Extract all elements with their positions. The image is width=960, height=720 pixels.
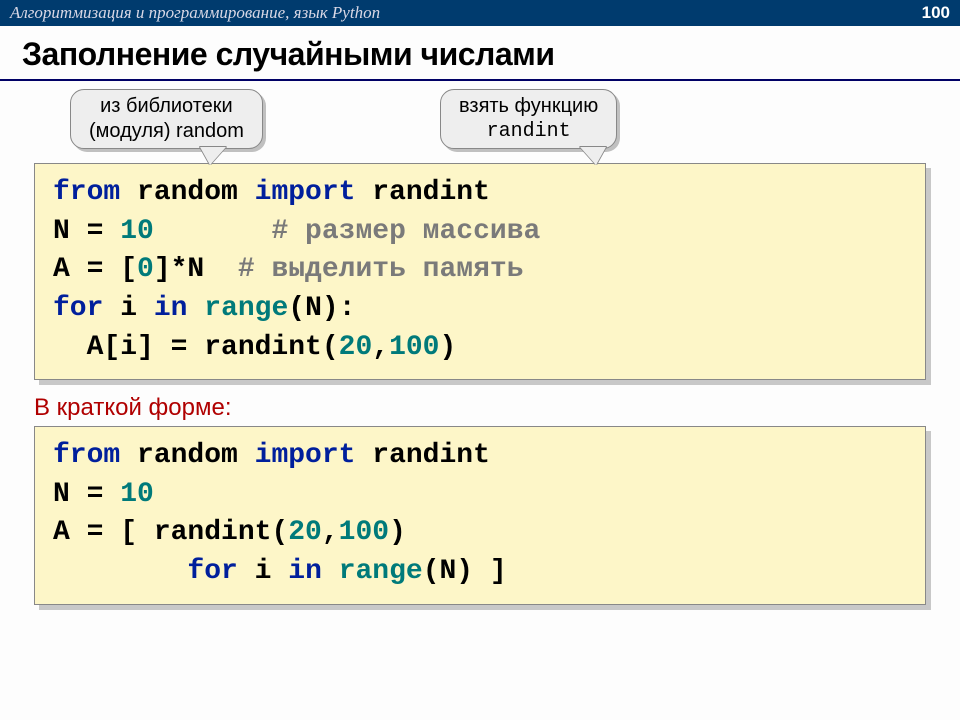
kw-import: import: [255, 440, 356, 471]
code-text: (N):: [288, 293, 355, 324]
callout-line: randint: [459, 119, 598, 144]
code-text: ,: [372, 332, 389, 363]
kw-for: for: [53, 293, 103, 324]
code-text: [187, 293, 204, 324]
code-text: A = [: [53, 254, 137, 285]
kw-in: in: [288, 556, 322, 587]
callout-tail-icon: [580, 147, 606, 165]
code-text: [154, 216, 272, 247]
num: 20: [339, 332, 373, 363]
course-title: Алгоритмизация и программирование, язык …: [10, 3, 380, 23]
code-text: A[i] = randint(: [53, 332, 339, 363]
callout-function: взять функцию randint: [440, 89, 617, 149]
callout-line: (модуля) random: [89, 119, 244, 144]
code-block-short: from random import randint N = 10 A = [ …: [34, 426, 926, 605]
callout-line: из библиотеки: [89, 94, 244, 119]
subtitle-short-form: В краткой форме:: [34, 394, 960, 422]
code-text: A = [ randint(: [53, 517, 288, 548]
code-text: i: [238, 556, 288, 587]
code-text: randint: [355, 177, 489, 208]
code-text: ): [440, 332, 457, 363]
num: 10: [120, 216, 154, 247]
code-text: ): [389, 517, 423, 548]
fn-range: range: [204, 293, 288, 324]
callout-module: из библиотеки (модуля) random: [70, 89, 263, 149]
callout-line: взять функцию: [459, 94, 598, 119]
kw-from: from: [53, 440, 120, 471]
code-text: N =: [53, 216, 120, 247]
page-number: 100: [922, 3, 950, 23]
num: 100: [339, 517, 389, 548]
num: 10: [120, 479, 154, 510]
comment: # выделить память: [238, 254, 524, 285]
kw-in: in: [154, 293, 188, 324]
comment: # размер массива: [271, 216, 540, 247]
code-text: randint: [355, 440, 489, 471]
code-text: [53, 556, 187, 587]
callout-tail-icon: [200, 147, 226, 165]
kw-from: from: [53, 177, 120, 208]
num: 100: [389, 332, 439, 363]
code-text: random: [120, 177, 254, 208]
callouts-row: из библиотеки (модуля) random взять функ…: [0, 87, 960, 159]
code-text: (N) ]: [423, 556, 507, 587]
header-bar: Алгоритмизация и программирование, язык …: [0, 0, 960, 26]
code-text: i: [103, 293, 153, 324]
kw-import: import: [255, 177, 356, 208]
code-text: N =: [53, 479, 120, 510]
slide-title: Заполнение случайными числами: [0, 26, 960, 81]
code-text: ,: [322, 517, 339, 548]
code-text: [322, 556, 339, 587]
fn-range: range: [339, 556, 423, 587]
code-text: ]*N: [154, 254, 238, 285]
num: 20: [288, 517, 322, 548]
kw-for: for: [187, 556, 237, 587]
num: 0: [137, 254, 154, 285]
code-text: random: [120, 440, 254, 471]
code-block-full: from random import randint N = 10 # разм…: [34, 163, 926, 380]
